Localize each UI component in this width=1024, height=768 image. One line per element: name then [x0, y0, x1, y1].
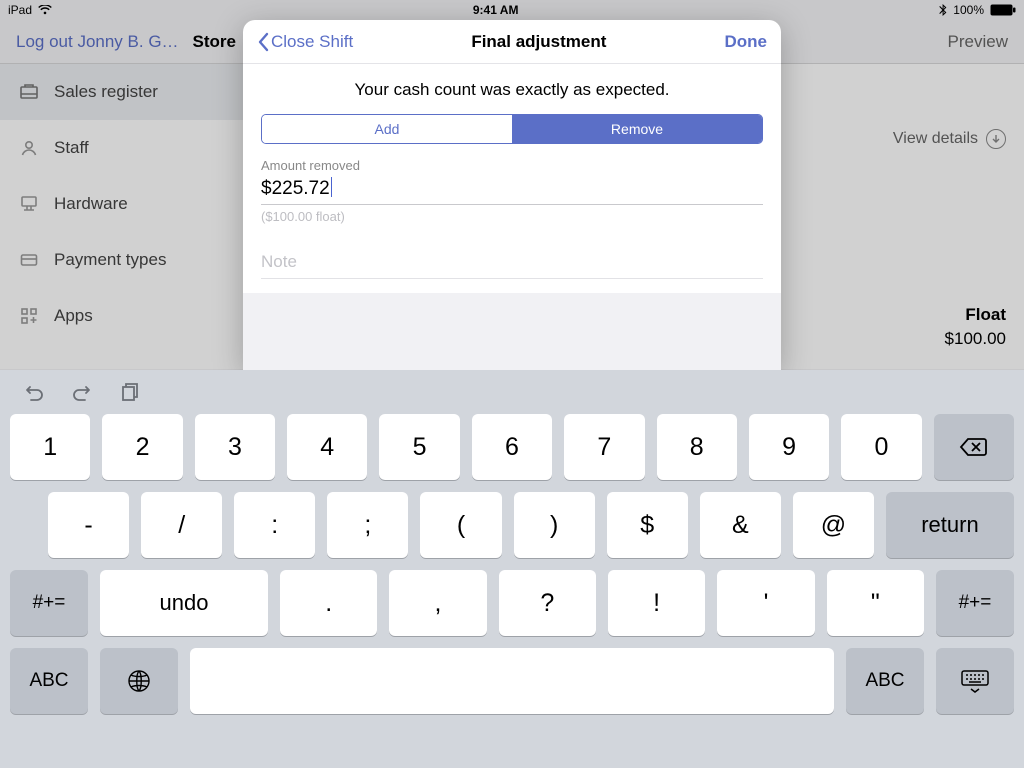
key-quote[interactable]: " [827, 570, 924, 636]
key-4[interactable]: 4 [287, 414, 367, 480]
key-backspace[interactable] [934, 414, 1014, 480]
key-undo[interactable]: undo [100, 570, 268, 636]
key-symbols-left[interactable]: #+= [10, 570, 88, 636]
amount-hint: ($100.00 float) [261, 209, 763, 224]
add-remove-segmented: Add Remove [261, 114, 763, 144]
key-space[interactable] [190, 648, 834, 714]
globe-icon [126, 668, 152, 694]
key-1[interactable]: 1 [10, 414, 90, 480]
chevron-left-icon [257, 32, 269, 52]
text-caret [331, 177, 332, 197]
key-rparen[interactable]: ) [514, 492, 595, 558]
key-dash[interactable]: - [48, 492, 129, 558]
keyboard: 1 2 3 4 5 6 7 8 9 0 - / : ; ( ) $ & @ re… [0, 370, 1024, 768]
key-6[interactable]: 6 [472, 414, 552, 480]
key-5[interactable]: 5 [379, 414, 459, 480]
modal-title: Final adjustment [353, 32, 724, 52]
amount-input[interactable]: $225.72 [261, 175, 763, 205]
key-8[interactable]: 8 [657, 414, 737, 480]
segment-add[interactable]: Add [262, 115, 512, 143]
key-2[interactable]: 2 [102, 414, 182, 480]
final-adjustment-modal: Close Shift Final adjustment Done Your c… [243, 20, 781, 370]
key-colon[interactable]: : [234, 492, 315, 558]
amount-label: Amount removed [261, 158, 763, 173]
key-globe[interactable] [100, 648, 178, 714]
key-lparen[interactable]: ( [420, 492, 501, 558]
keyboard-toolbar [0, 376, 1024, 408]
backspace-icon [959, 436, 989, 458]
key-slash[interactable]: / [141, 492, 222, 558]
key-apostrophe[interactable]: ' [717, 570, 814, 636]
key-amp[interactable]: & [700, 492, 781, 558]
key-at[interactable]: @ [793, 492, 874, 558]
key-dollar[interactable]: $ [607, 492, 688, 558]
key-9[interactable]: 9 [749, 414, 829, 480]
segment-remove[interactable]: Remove [512, 115, 762, 143]
clipboard-icon[interactable] [118, 382, 138, 402]
key-comma[interactable]: , [389, 570, 486, 636]
key-3[interactable]: 3 [195, 414, 275, 480]
key-0[interactable]: 0 [841, 414, 921, 480]
redo-icon[interactable] [70, 383, 94, 401]
key-period[interactable]: . [280, 570, 377, 636]
key-return[interactable]: return [886, 492, 1014, 558]
note-input[interactable]: Note [261, 252, 763, 279]
back-button[interactable]: Close Shift [257, 32, 353, 52]
dismiss-keyboard-icon [960, 669, 990, 693]
cash-count-message: Your cash count was exactly as expected. [243, 64, 781, 114]
key-question[interactable]: ? [499, 570, 596, 636]
key-dismiss[interactable] [936, 648, 1014, 714]
done-button[interactable]: Done [725, 32, 768, 52]
key-abc-right[interactable]: ABC [846, 648, 924, 714]
key-symbols-right[interactable]: #+= [936, 570, 1014, 636]
undo-icon[interactable] [22, 383, 46, 401]
key-7[interactable]: 7 [564, 414, 644, 480]
key-exclaim[interactable]: ! [608, 570, 705, 636]
key-semicolon[interactable]: ; [327, 492, 408, 558]
key-abc-left[interactable]: ABC [10, 648, 88, 714]
